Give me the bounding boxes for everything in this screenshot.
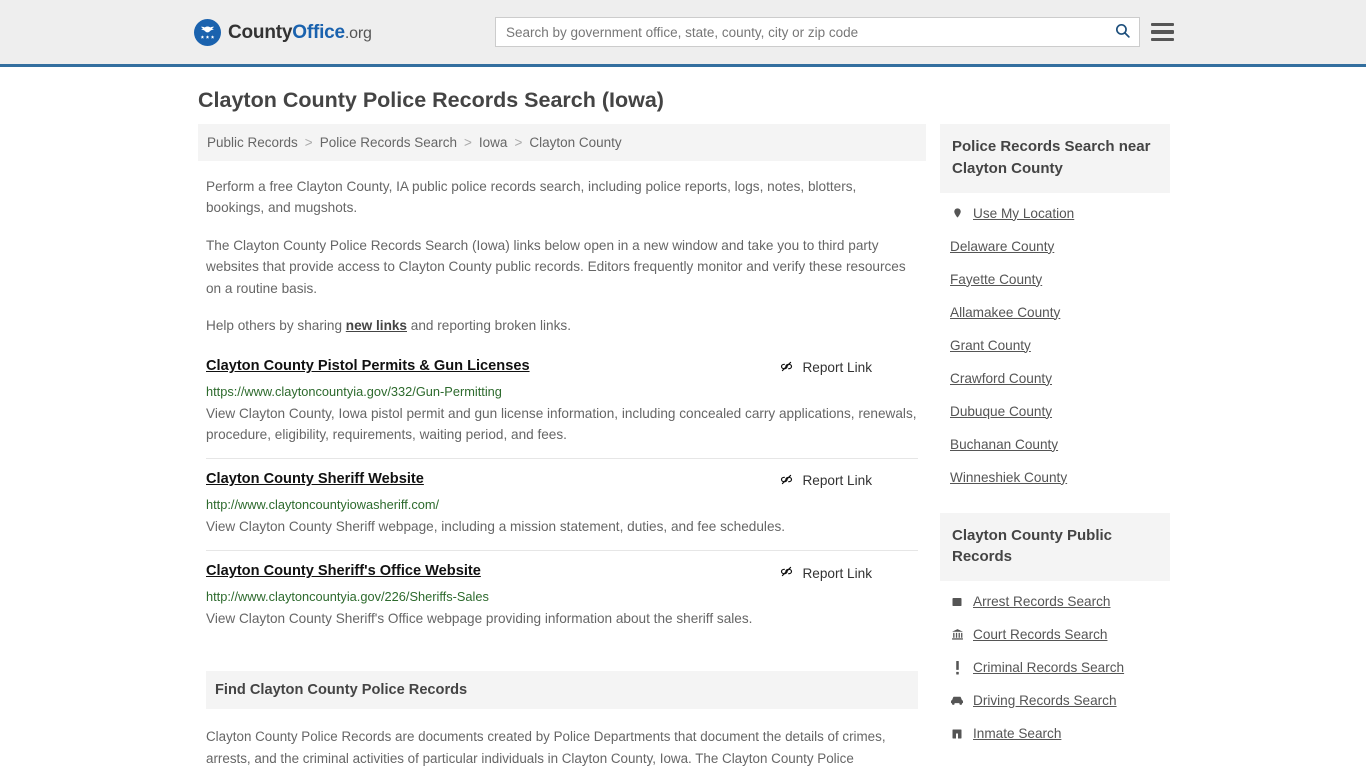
- report-link-button[interactable]: Report Link: [779, 471, 872, 490]
- result-url[interactable]: http://www.claytoncountyiowasheriff.com/: [206, 497, 918, 512]
- intro-paragraph-1: Perform a free Clayton County, IA public…: [206, 179, 857, 216]
- main-content: Public Records > Police Records Search >…: [198, 124, 926, 768]
- sidebar-link-buchanan-county[interactable]: Buchanan County: [950, 437, 1058, 452]
- courthouse-icon: [950, 627, 964, 642]
- sidebar-link-crawford-county[interactable]: Crawford County: [950, 371, 1052, 386]
- search-icon: [1114, 22, 1131, 42]
- search-input[interactable]: [496, 18, 1105, 46]
- inmate-search-link[interactable]: Inmate Search: [973, 726, 1061, 741]
- report-link-label: Report Link: [802, 565, 872, 581]
- sidebar: Police Records Search near Clayton Count…: [940, 124, 1170, 768]
- hamburger-menu-icon[interactable]: [1151, 20, 1175, 44]
- broken-link-icon: [779, 564, 794, 582]
- logo-word-county: County: [228, 21, 293, 43]
- logo-suffix: .org: [344, 24, 372, 42]
- site-header: CountyOffice.org: [0, 0, 1366, 67]
- logo-wordmark: CountyOffice.org: [228, 22, 372, 44]
- driving-records-search-link[interactable]: Driving Records Search: [973, 693, 1117, 708]
- breadcrumb: Public Records > Police Records Search >…: [198, 124, 926, 161]
- site-logo[interactable]: CountyOffice.org: [194, 19, 372, 46]
- result-title-link[interactable]: Clayton County Sheriff's Office Website: [206, 563, 481, 579]
- list-item[interactable]: Crawford County: [940, 362, 1170, 395]
- result-item: Clayton County Sheriff Website Report Li…: [206, 457, 918, 550]
- nearby-records-panel: Police Records Search near Clayton Count…: [940, 124, 1170, 494]
- logo-word-office: Office: [292, 21, 345, 43]
- criminal-records-search-link[interactable]: Criminal Records Search: [973, 660, 1124, 675]
- court-records-search-link[interactable]: Court Records Search: [973, 627, 1107, 642]
- sidebar-link-grant-county[interactable]: Grant County: [950, 338, 1031, 353]
- arrest-records-search-link[interactable]: Arrest Records Search: [973, 594, 1111, 609]
- public-records-panel-heading: Clayton County Public Records: [940, 512, 1170, 581]
- list-item[interactable]: Use My Location: [940, 197, 1170, 230]
- result-url[interactable]: http://www.claytoncountyia.gov/226/Sheri…: [206, 589, 918, 604]
- list-item[interactable]: Criminal Records Search: [940, 651, 1170, 684]
- list-item[interactable]: Winneshiek County: [940, 461, 1170, 494]
- sidebar-link-winneshiek-county[interactable]: Winneshiek County: [950, 470, 1067, 485]
- result-url[interactable]: https://www.claytoncountyia.gov/332/Gun-…: [206, 384, 918, 399]
- breadcrumb-separator: >: [304, 135, 313, 150]
- report-link-button[interactable]: Report Link: [779, 563, 872, 582]
- new-links-link[interactable]: new links: [346, 318, 407, 333]
- result-title-link[interactable]: Clayton County Sheriff Website: [206, 471, 424, 487]
- breadcrumb-item-clayton-county[interactable]: Clayton County: [529, 135, 621, 150]
- breadcrumb-item-police-records-search[interactable]: Police Records Search: [320, 135, 457, 150]
- breadcrumb-item-public-records[interactable]: Public Records: [207, 135, 298, 150]
- results-list: Clayton County Pistol Permits & Gun Lice…: [198, 358, 926, 642]
- list-item[interactable]: Driving Records Search: [940, 684, 1170, 717]
- fingerprint-icon: [950, 594, 964, 609]
- jail-icon: [950, 726, 964, 741]
- page-title: Clayton County Police Records Search (Io…: [198, 88, 664, 112]
- list-item[interactable]: Fayette County: [940, 263, 1170, 296]
- list-item[interactable]: Court Records Search: [940, 618, 1170, 651]
- map-pin-icon: [950, 206, 964, 221]
- list-item[interactable]: Buchanan County: [940, 428, 1170, 461]
- intro-text-after-link: and reporting broken links.: [407, 318, 571, 334]
- intro-text-before-link: Help others by sharing: [206, 318, 346, 334]
- sidebar-link-allamakee-county[interactable]: Allamakee County: [950, 305, 1060, 320]
- find-records-section: Find Clayton County Police Records Clayt…: [198, 671, 926, 768]
- search-button[interactable]: [1105, 18, 1139, 46]
- result-item: Clayton County Pistol Permits & Gun Lice…: [206, 358, 918, 458]
- report-link-label: Report Link: [802, 473, 872, 489]
- public-records-list: Arrest Records Search Court Records Sear…: [940, 581, 1170, 750]
- find-records-body: Clayton County Police Records are docume…: [206, 729, 886, 766]
- nearby-county-list: Use My Location Delaware County Fayette …: [940, 193, 1170, 494]
- find-records-heading: Find Clayton County Police Records: [206, 671, 918, 710]
- public-records-panel: Clayton County Public Records Arrest Rec…: [940, 512, 1170, 751]
- result-description: View Clayton County Sheriff webpage, inc…: [206, 518, 786, 534]
- result-item: Clayton County Sheriff's Office Website …: [206, 550, 918, 642]
- sidebar-link-dubuque-county[interactable]: Dubuque County: [950, 404, 1052, 419]
- list-item[interactable]: Arrest Records Search: [940, 585, 1170, 618]
- breadcrumb-separator: >: [464, 135, 472, 150]
- intro-paragraph-2: The Clayton County Police Records Search…: [206, 237, 906, 296]
- result-description: View Clayton County, Iowa pistol permit …: [206, 405, 917, 442]
- intro-section: Perform a free Clayton County, IA public…: [198, 176, 926, 337]
- result-description: View Clayton County Sheriff's Office web…: [206, 611, 753, 626]
- search-bar[interactable]: [495, 17, 1140, 47]
- list-item[interactable]: Inmate Search: [940, 717, 1170, 750]
- exclamation-icon: [950, 660, 964, 675]
- intro-paragraph-3: Help others by sharing new links and rep…: [206, 315, 918, 336]
- report-link-button[interactable]: Report Link: [779, 358, 872, 377]
- list-item[interactable]: Grant County: [940, 329, 1170, 362]
- sidebar-link-delaware-county[interactable]: Delaware County: [950, 239, 1054, 254]
- sidebar-link-fayette-county[interactable]: Fayette County: [950, 272, 1042, 287]
- list-item[interactable]: Dubuque County: [940, 395, 1170, 428]
- list-item[interactable]: Allamakee County: [940, 296, 1170, 329]
- result-title-link[interactable]: Clayton County Pistol Permits & Gun Lice…: [206, 358, 530, 374]
- use-my-location-link[interactable]: Use My Location: [973, 206, 1074, 221]
- car-icon: [950, 693, 964, 708]
- breadcrumb-separator: >: [514, 135, 523, 150]
- eagle-seal-icon: [194, 19, 221, 46]
- broken-link-icon: [779, 359, 794, 377]
- broken-link-icon: [779, 472, 794, 490]
- list-item[interactable]: Delaware County: [940, 230, 1170, 263]
- nearby-panel-heading: Police Records Search near Clayton Count…: [940, 124, 1170, 193]
- report-link-label: Report Link: [802, 360, 872, 376]
- breadcrumb-item-iowa[interactable]: Iowa: [479, 135, 508, 150]
